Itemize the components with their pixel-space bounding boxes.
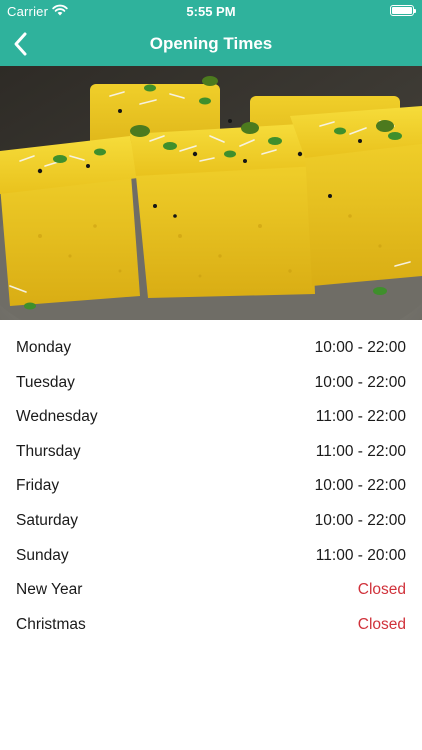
hours-value: 10:00 - 22:00 <box>314 339 406 356</box>
hours-value: 10:00 - 22:00 <box>314 477 406 495</box>
day-label: Sunday <box>16 546 69 564</box>
opening-times-list: Monday 10:00 - 22:00 Tuesday 10:00 - 22:… <box>0 330 422 641</box>
closed-status: Closed <box>357 615 406 633</box>
navigation-bar: Opening Times <box>0 22 422 66</box>
closed-status: Closed <box>357 581 406 599</box>
app-header: Carrier 5:55 PM Opening Times <box>0 0 422 66</box>
day-label: New Year <box>16 581 83 599</box>
food-photo <box>0 66 422 320</box>
day-label: Thursday <box>16 442 81 460</box>
list-item: Thursday 11:00 - 22:00 <box>0 434 422 469</box>
status-bar: Carrier 5:55 PM <box>0 0 422 22</box>
list-item: Saturday 10:00 - 22:00 <box>0 503 422 538</box>
list-item: Sunday 11:00 - 20:00 <box>0 538 422 573</box>
list-item: Tuesday 10:00 - 22:00 <box>0 365 422 400</box>
day-label: Tuesday <box>16 373 75 391</box>
list-item: Friday 10:00 - 22:00 <box>0 468 422 503</box>
day-label: Friday <box>16 477 60 495</box>
list-item: Wednesday 11:00 - 22:00 <box>0 399 422 434</box>
page-title: Opening Times <box>149 34 273 53</box>
day-label: Saturday <box>16 511 79 529</box>
list-item: Christmas Closed <box>0 607 422 642</box>
hours-value: 10:00 - 22:00 <box>314 373 406 391</box>
hours-value: 11:00 - 22:00 <box>315 408 406 426</box>
hours-value: 11:00 - 22:00 <box>315 442 406 460</box>
hours-value: 11:00 - 20:00 <box>315 546 406 564</box>
list-item: Monday 10:00 - 22:00 <box>0 330 422 365</box>
hours-value: 10:00 - 22:00 <box>314 511 406 529</box>
day-label: Christmas <box>16 615 86 633</box>
day-label: Wednesday <box>16 408 98 426</box>
status-time: 5:55 PM <box>186 4 236 19</box>
day-label: Monday <box>16 339 72 356</box>
list-item: New Year Closed <box>0 572 422 607</box>
dhokla-image <box>0 66 422 320</box>
battery-icon <box>390 5 416 16</box>
